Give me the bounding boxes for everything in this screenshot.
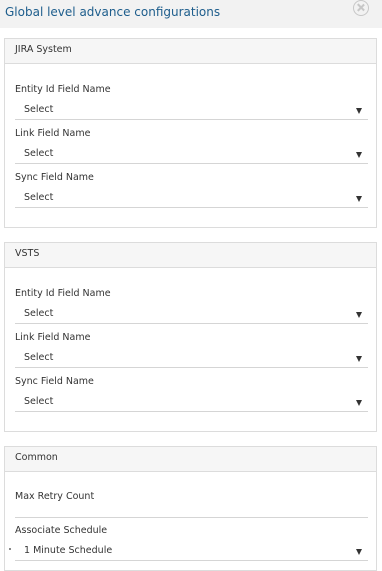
panel-common: Common Max Retry Count Associate Schedul… — [4, 446, 377, 571]
dialog-title: Global level advance configurations — [5, 5, 221, 19]
max-retry-count-input[interactable] — [15, 500, 368, 518]
select-value: Select — [24, 104, 54, 115]
panel-vsts: VSTS Entity Id Field Name Select Link Fi… — [4, 242, 377, 432]
select-value: Select — [24, 396, 54, 407]
caret-down-icon — [356, 312, 362, 318]
select-value: Select — [24, 308, 54, 319]
entity-id-field-label: Entity Id Field Name — [15, 84, 111, 95]
caret-down-icon — [356, 152, 362, 158]
dialog-header: Global level advance configurations — [0, 0, 382, 28]
panel-title: VSTS — [15, 248, 40, 259]
sync-field-label: Sync Field Name — [15, 172, 94, 183]
associate-schedule-label: Associate Schedule — [15, 525, 108, 536]
select-value: 1 Minute Schedule — [24, 545, 113, 556]
caret-down-icon — [356, 400, 362, 406]
panel-header: VSTS — [5, 243, 376, 268]
sync-field-select[interactable]: Select — [15, 190, 368, 208]
panel-title: JIRA System — [15, 44, 72, 55]
caret-down-icon — [356, 196, 362, 202]
link-field-label: Link Field Name — [15, 332, 91, 343]
select-value: Select — [24, 352, 54, 363]
entity-id-field-select[interactable]: Select — [15, 102, 368, 120]
sync-field-select[interactable]: Select — [15, 394, 368, 412]
close-icon[interactable] — [353, 0, 369, 16]
panel-header: JIRA System — [5, 39, 376, 64]
select-value: Select — [24, 148, 54, 159]
caret-down-icon — [356, 549, 362, 555]
link-field-select[interactable]: Select — [15, 350, 368, 368]
panel-jira-system: JIRA System Entity Id Field Name Select … — [4, 38, 377, 228]
panel-header: Common — [5, 447, 376, 472]
caret-down-icon — [356, 108, 362, 114]
entity-id-field-select[interactable]: Select — [15, 306, 368, 324]
caret-down-icon — [356, 356, 362, 362]
panel-title: Common — [15, 452, 58, 463]
entity-id-field-label: Entity Id Field Name — [15, 288, 111, 299]
link-field-select[interactable]: Select — [15, 146, 368, 164]
select-value: Select — [24, 192, 54, 203]
side-dot — [9, 548, 11, 550]
sync-field-label: Sync Field Name — [15, 376, 94, 387]
link-field-label: Link Field Name — [15, 128, 91, 139]
associate-schedule-select[interactable]: 1 Minute Schedule — [15, 543, 368, 561]
